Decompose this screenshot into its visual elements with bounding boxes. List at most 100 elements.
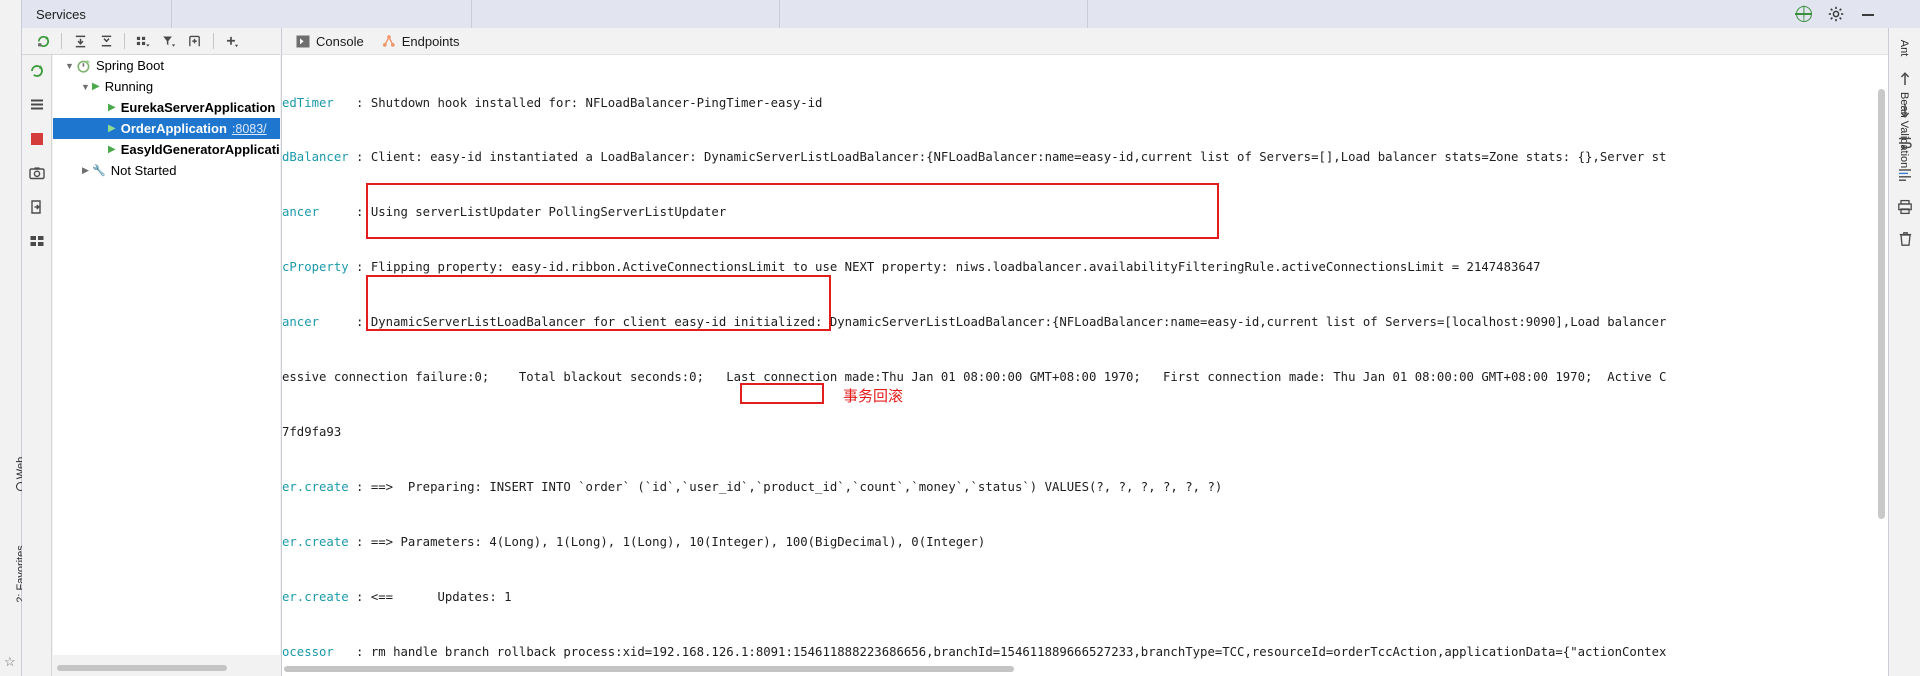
screenshot-icon[interactable]	[27, 163, 47, 183]
log-logger: edTimer	[282, 95, 334, 110]
log-message: Client: easy-id instantiated a LoadBalan…	[370, 150, 1667, 165]
tree-horizontal-scrollbar[interactable]	[53, 663, 280, 672]
scroll-end-icon[interactable]	[1889, 162, 1920, 188]
tree-row-running[interactable]: ▼ ▶ Running	[53, 76, 280, 97]
log-line: 7fd9fa93	[282, 423, 1888, 441]
toolbar-separator-2	[124, 33, 125, 49]
tree-label: OrderApplication	[120, 121, 227, 136]
run-icon: ▶	[108, 144, 116, 155]
add-icon[interactable]	[219, 29, 245, 53]
log-sep: :	[333, 644, 371, 659]
tree-label: Not Started	[110, 163, 177, 178]
scroll-up-icon[interactable]	[1889, 66, 1920, 92]
soft-wrap-icon[interactable]	[1889, 130, 1920, 156]
filter-icon[interactable]	[156, 29, 182, 53]
tree-row-not-started[interactable]: ▶ 🔧 Not Started	[53, 160, 280, 181]
log-message: essive connection failure:0; Total black…	[282, 370, 1667, 385]
console-vertical-scrollbar[interactable]	[1877, 85, 1886, 654]
log-sep: :	[348, 589, 371, 604]
rerun-icon[interactable]	[30, 29, 56, 53]
right-tool-strip: Ant Bean Validation	[1888, 28, 1920, 676]
log-message: ==> Parameters: 4(Long), 1(Long), 1(Long…	[370, 534, 986, 549]
log-line: cProperty : Flipping property: easy-id.r…	[282, 258, 1888, 276]
log-message: ==> Preparing: INSERT INTO `order` (`id`…	[370, 479, 1223, 494]
title-bar: Services	[0, 0, 1920, 28]
log-logger: er.create	[282, 589, 349, 604]
log-sep: :	[333, 95, 371, 110]
thread-dump-icon[interactable]	[27, 95, 47, 115]
log-line: edTimer : Shutdown hook installed for: N…	[282, 94, 1888, 112]
log-logger: ancer	[282, 205, 320, 220]
log-message: rm handle branch rollback process:xid=19…	[370, 644, 1667, 659]
stop-icon[interactable]	[27, 129, 47, 149]
tab-label: Console	[316, 33, 364, 49]
titlebar-left-gap	[0, 0, 22, 28]
run-icon: ▶	[108, 102, 116, 113]
minimize-icon[interactable]	[1860, 6, 1876, 22]
export-icon[interactable]	[27, 197, 47, 217]
log-line: er.create : <== Updates: 1	[282, 588, 1888, 606]
tree-row-order-application[interactable]: ▶ OrderApplication :8083/	[53, 118, 280, 139]
log-line: er.create : ==> Parameters: 4(Long), 1(L…	[282, 533, 1888, 551]
scroll-down-icon[interactable]	[1889, 98, 1920, 124]
twisty-icon[interactable]: ▶	[79, 165, 92, 176]
log-line: ocessor : rm handle branch rollback proc…	[282, 643, 1888, 661]
console-tab-bar: Console Endpoints	[282, 28, 1888, 55]
layout-icon[interactable]	[27, 231, 47, 251]
log-sep: :	[348, 260, 371, 275]
run-tool-column	[22, 55, 52, 676]
expand-all-icon[interactable]	[67, 29, 93, 53]
titlebar-slot-3	[780, 0, 1088, 28]
window-title[interactable]: Services	[22, 0, 172, 28]
print-icon[interactable]	[1889, 194, 1920, 220]
rerun-run-icon[interactable]	[27, 61, 47, 81]
group-by-icon[interactable]	[130, 29, 156, 53]
tab-endpoints[interactable]: Endpoints	[378, 28, 474, 55]
log-logger: ancer	[282, 315, 320, 330]
collapse-all-icon[interactable]	[93, 29, 119, 53]
globe-icon[interactable]	[1795, 6, 1812, 22]
log-message: 7fd9fa93	[282, 424, 342, 439]
log-message: DynamicServerListLoadBalancer for client…	[370, 315, 1667, 330]
tree-row-easyid-generator-application[interactable]: ▶ EasyIdGeneratorApplication	[53, 139, 280, 160]
twisty-icon[interactable]: ▼	[79, 82, 92, 92]
tree-label: Running	[104, 79, 154, 94]
log-line: ancer : Using serverListUpdater PollingS…	[282, 203, 1888, 221]
tree-label: EasyIdGeneratorApplication	[120, 142, 280, 157]
log-message: <== Updates: 1	[370, 589, 512, 604]
tree-label: EurekaServerApplication	[120, 100, 276, 115]
favorites-star-icon[interactable]: ☆	[4, 654, 16, 670]
log-sep: :	[348, 479, 371, 494]
add-tab-icon[interactable]	[182, 29, 208, 53]
log-logger: er.create	[282, 479, 349, 494]
toolbar-separator-1	[61, 33, 62, 49]
log-logger: er.create	[282, 534, 349, 549]
run-icon: ▶	[92, 81, 100, 92]
tree-label: Spring Boot	[96, 58, 164, 73]
twisty-icon[interactable]: ▼	[63, 61, 76, 71]
application-port-link[interactable]: :8083/	[232, 122, 267, 136]
log-line: ancer : DynamicServerListLoadBalancer fo…	[282, 313, 1888, 331]
tab-label: Endpoints	[401, 33, 460, 49]
log-line: er.create : ==> Preparing: INSERT INTO `…	[282, 478, 1888, 496]
log-message: Using serverListUpdater PollingServerLis…	[370, 205, 727, 220]
services-tree[interactable]: ▼ Spring Boot ▼ ▶ Running ▶ EurekaServer…	[53, 55, 280, 655]
console-output[interactable]: edTimer : Shutdown hook installed for: N…	[282, 55, 1888, 676]
titlebar-spring	[1088, 0, 1796, 28]
log-message: Flipping property: easy-id.ribbon.Active…	[370, 260, 1541, 275]
tab-console[interactable]: Console	[292, 28, 378, 55]
log-sep: :	[319, 315, 371, 330]
gear-icon[interactable]	[1828, 6, 1844, 22]
titlebar-slot-1	[172, 0, 472, 28]
log-logger: ocessor	[282, 644, 334, 659]
tree-row-eureka-server-application[interactable]: ▶ EurekaServerApplication	[53, 97, 280, 118]
console-horizontal-scrollbar[interactable]	[282, 664, 1876, 673]
rollback-chinese-annotation: 事务回滚	[843, 387, 904, 405]
services-toolbar	[22, 28, 280, 55]
log-logger: cProperty	[282, 260, 349, 275]
log-sep: :	[348, 534, 371, 549]
left-tool-strip: Web 2: Favorites ☆	[0, 28, 27, 676]
idea-services-window: Services Web 2: Favorites ☆ ▼ Spring Boo…	[0, 0, 1920, 676]
trash-icon[interactable]	[1889, 226, 1920, 252]
tree-row-spring-boot[interactable]: ▼ Spring Boot	[53, 55, 280, 76]
